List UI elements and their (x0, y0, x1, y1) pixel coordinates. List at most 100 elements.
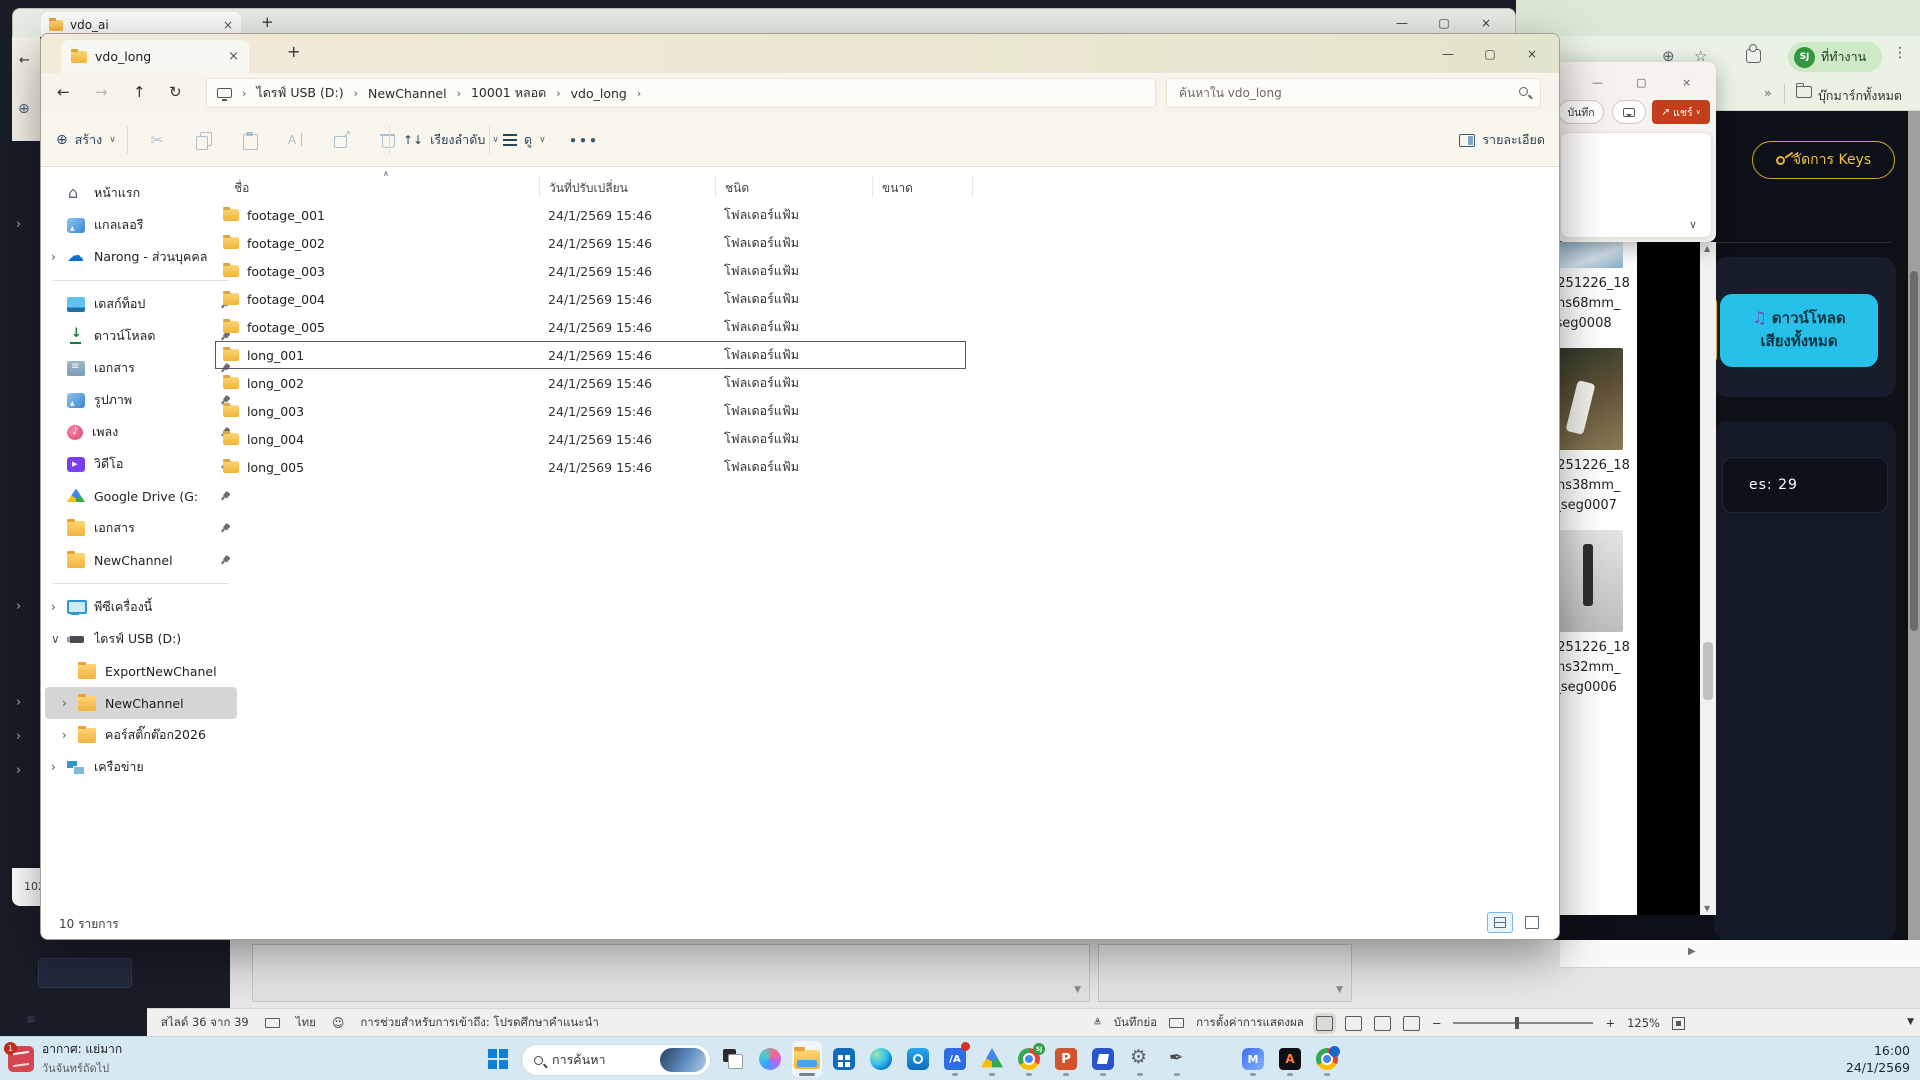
sidebar-item[interactable]: เพลง (41, 416, 241, 448)
tab-close-icon[interactable]: × (228, 49, 239, 64)
sidebar-item[interactable]: เอกสาร (41, 352, 241, 384)
taskbar-settings-icon[interactable] (1125, 1041, 1155, 1077)
background-tree-chevron[interactable]: › (16, 763, 21, 778)
file-row[interactable]: footage_002 24/1/2569 15:46 โฟลเดอร์แฟ้ม (215, 229, 966, 257)
maximize-button[interactable]: ▢ (1423, 11, 1465, 35)
zoom-level[interactable]: 125% (1627, 1016, 1660, 1030)
new-tab-button[interactable]: + (287, 42, 300, 61)
file-row[interactable]: footage_005 24/1/2569 15:46 โฟลเดอร์แฟ้ม (215, 313, 966, 341)
taskbar-clipchamp-icon[interactable] (1088, 1041, 1118, 1077)
rename-icon[interactable] (288, 132, 303, 148)
zoom-in-icon[interactable]: + (1605, 1016, 1615, 1030)
thumbnail-image[interactable] (1553, 530, 1623, 632)
taskbar-google-drive-icon[interactable] (977, 1041, 1007, 1077)
up-icon[interactable]: ↑ (133, 83, 146, 101)
tab-close-icon[interactable]: × (223, 18, 233, 32)
new-icon[interactable]: ⊕ (18, 101, 30, 117)
details-pane-button[interactable]: รายละเอียด (1459, 113, 1545, 167)
taskbar-powerpoint-icon[interactable] (1051, 1041, 1081, 1077)
forward-icon[interactable]: → (95, 83, 108, 101)
share-button[interactable]: ↗ แชร์ ∨ (1652, 100, 1710, 124)
taskbar-m-app-icon[interactable] (1238, 1041, 1268, 1077)
new-button[interactable]: ⊕ สร้าง ∨ (56, 113, 116, 167)
bookmarks-overflow-icon[interactable]: » (1764, 85, 1772, 100)
this-pc-icon[interactable] (217, 88, 232, 98)
delete-icon[interactable] (380, 132, 395, 148)
explorer-tab[interactable]: vdo_long × (61, 40, 249, 73)
thumbnail-image[interactable] (1553, 348, 1623, 450)
large-icons-view-toggle[interactable] (1519, 912, 1545, 933)
sidebar-item[interactable]: › NewChannel (45, 687, 237, 719)
background-tree-chevron[interactable]: › (16, 599, 21, 614)
column-divider[interactable] (715, 176, 716, 198)
taskbar-edge-icon[interactable] (866, 1041, 896, 1077)
sidebar-item[interactable]: เดสก์ท็อป (41, 288, 241, 320)
zoom-out-icon[interactable]: − (1432, 1016, 1442, 1030)
scroll-up-icon[interactable]: ▲ (1704, 244, 1710, 253)
manage-keys-button[interactable]: จัดการ Keys (1752, 141, 1895, 179)
minimize-button[interactable]: — (1427, 42, 1469, 66)
view-button[interactable]: ดู ∨ (503, 113, 546, 167)
sidebar-item[interactable]: วิดีโอ (41, 448, 241, 480)
sidebar-item[interactable]: NewChannel (41, 544, 241, 576)
minimize-button[interactable]: — (1381, 11, 1423, 35)
background-app-button[interactable] (38, 958, 132, 988)
chevron-right-icon[interactable]: › (637, 87, 641, 100)
breadcrumb-item[interactable]: vdo_long (571, 86, 627, 101)
chevron-right-icon[interactable]: › (354, 87, 358, 100)
taskbar-ai-app-icon[interactable] (940, 1041, 970, 1077)
download-all-audio-button[interactable]: ♫ ดาวน์โหลด เสียงทั้งหมด (1720, 294, 1878, 367)
scrollbar-thumb[interactable] (1703, 642, 1713, 700)
zoom-slider-thumb[interactable] (1515, 1017, 1519, 1029)
collapse-chevron-icon[interactable]: ∨ (1689, 218, 1697, 231)
sidebar-item[interactable]: › พีซีเครื่องนี้ (41, 591, 241, 623)
chevron-right-icon[interactable]: › (556, 87, 560, 100)
maximize-button[interactable]: ▢ (1636, 76, 1646, 89)
more-options-button[interactable]: ••• (569, 113, 599, 167)
sidebar-item[interactable]: เอกสาร (41, 512, 241, 544)
taskbar-search[interactable]: การค้นหา (521, 1044, 711, 1076)
column-divider[interactable] (872, 176, 873, 198)
sort-button[interactable]: ↑↓ เรียงลำดับ ∨ (403, 113, 499, 167)
scroll-down-icon[interactable]: ▼ (1074, 985, 1081, 995)
breadcrumb[interactable]: › ไดรฟ์ USB (D:) › NewChannel › 10001 หล… (206, 78, 1156, 108)
column-header-name[interactable]: ชื่อ (234, 179, 249, 198)
normal-view-button[interactable] (1316, 1016, 1333, 1031)
tree-chevron-icon[interactable]: › (62, 696, 78, 710)
back-icon[interactable]: ← (19, 53, 30, 68)
taskbar-clock[interactable]: 16:00 24/1/2569 (1846, 1042, 1910, 1076)
breadcrumb-item[interactable]: NewChannel (368, 86, 447, 101)
tree-chevron-icon[interactable]: › (51, 760, 67, 774)
file-row[interactable]: footage_003 24/1/2569 15:46 โฟลเดอร์แฟ้ม (215, 257, 966, 285)
search-icon[interactable] (1519, 87, 1528, 96)
extensions-icon[interactable] (1746, 49, 1761, 63)
taskbar-outlook-icon[interactable] (903, 1041, 933, 1077)
scroll-down-icon[interactable]: ▼ (1336, 985, 1343, 995)
sort-ascending-icon[interactable]: ∧ (383, 169, 389, 178)
notes-label[interactable]: บันทึกย่อ (1114, 1014, 1157, 1032)
display-settings-label[interactable]: การตั้งค่าการแสดงผล (1196, 1014, 1304, 1032)
sidebar-item[interactable]: Google Drive (G: (41, 480, 241, 512)
file-row[interactable]: long_002 24/1/2569 15:46 โฟลเดอร์แฟ้ม (215, 369, 966, 397)
start-button[interactable] (484, 1041, 514, 1077)
sidebar-item[interactable]: รูปภาพ (41, 384, 241, 416)
refresh-icon[interactable]: ↻ (169, 83, 182, 101)
taskbar-a-app-icon[interactable] (1275, 1041, 1305, 1077)
close-button[interactable]: × (1511, 42, 1553, 66)
zoom-slider[interactable] (1453, 1022, 1593, 1024)
thumbnail-image[interactable] (1553, 242, 1623, 268)
copy-icon[interactable] (196, 132, 211, 148)
taskbar-quill-icon[interactable] (1162, 1041, 1192, 1077)
tree-chevron-icon[interactable]: › (62, 728, 78, 742)
breadcrumb-item[interactable]: ไดรฟ์ USB (D:) (256, 83, 343, 103)
comments-button[interactable] (1612, 100, 1646, 124)
tree-chevron-icon[interactable]: › (51, 250, 67, 264)
slide-sorter-view-button[interactable] (1345, 1016, 1362, 1031)
taskbar-chrome-icon[interactable]: SJ (1014, 1041, 1044, 1077)
file-row[interactable]: long_004 24/1/2569 15:46 โฟลเดอร์แฟ้ม (215, 425, 966, 453)
column-header-type[interactable]: ชนิด (725, 179, 749, 198)
accessibility-label[interactable]: การช่วยสำหรับการเข้าถึง: โปรดศึกษาคำแนะน… (360, 1014, 598, 1032)
slideshow-button[interactable] (1403, 1016, 1420, 1031)
taskbar-chrome-globe-icon[interactable] (1312, 1041, 1342, 1077)
tree-chevron-icon[interactable]: › (51, 600, 67, 614)
